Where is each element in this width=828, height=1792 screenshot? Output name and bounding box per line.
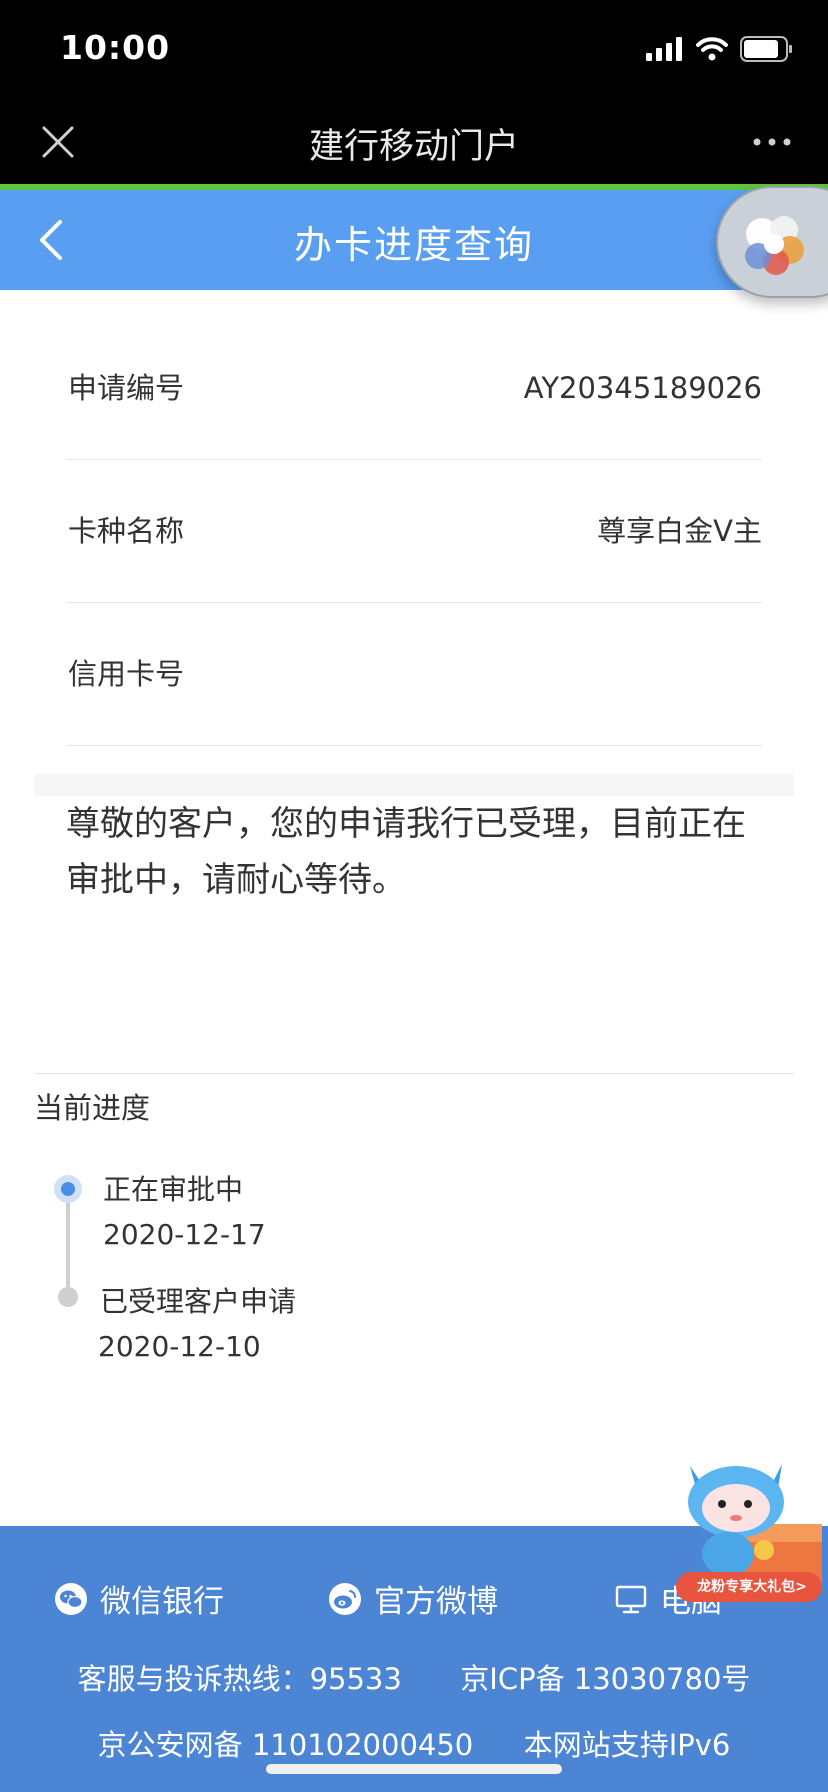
- status-time: 10:00: [60, 28, 171, 67]
- signal-icon: [646, 37, 682, 61]
- timeline-dot-active: [54, 1175, 82, 1203]
- dragon-mascot-icon: [676, 1464, 822, 1602]
- info-row-application-number: 申请编号 AY20345189026: [66, 316, 762, 460]
- wechat-navbar: 建行移动门户: [0, 100, 828, 184]
- promo-mascot[interactable]: 龙粉专享大礼包>: [672, 1454, 828, 1624]
- footer-link-label: 微信银行: [100, 1584, 224, 1620]
- info-label: 卡种名称: [68, 514, 185, 548]
- timeline-date: 2020-12-17: [103, 1218, 266, 1251]
- footer-link-weibo[interactable]: 官方微博: [328, 1576, 498, 1621]
- computer-icon: [615, 1585, 647, 1613]
- promo-badge-text: 龙粉专享大礼包>: [697, 1579, 807, 1595]
- page-header: 办卡进度查询: [0, 190, 828, 290]
- home-indicator[interactable]: [266, 1764, 562, 1774]
- page-title: 办卡进度查询: [293, 223, 534, 267]
- info-label: 申请编号: [68, 371, 185, 405]
- timeline-date: 2020-12-10: [98, 1330, 261, 1363]
- timeline-dot: [58, 1287, 78, 1307]
- wechat-icon: [55, 1582, 87, 1615]
- police-record-text: 京公安网备 110102000450: [97, 1728, 474, 1762]
- timeline-status: 正在审批中: [103, 1173, 244, 1206]
- wifi-icon: [696, 37, 728, 61]
- timeline-line: [66, 1188, 70, 1298]
- info-value: AY20345189026: [523, 371, 762, 405]
- divider: [34, 1073, 794, 1074]
- floating-assistant-ball[interactable]: [716, 186, 828, 298]
- timeline-status: 已受理客户申请: [100, 1285, 297, 1318]
- hotline-text: 客服与投诉热线：95533: [77, 1662, 402, 1696]
- footer-link-wechat-bank[interactable]: 微信银行: [54, 1576, 224, 1621]
- footer-contact-line: 客服与投诉热线：95533 京ICP备 13030780号: [0, 1656, 828, 1698]
- status-icons: [646, 36, 794, 62]
- more-icon[interactable]: [752, 130, 792, 154]
- status-bar: 10:00: [0, 0, 828, 100]
- section-separator: [34, 774, 794, 796]
- info-row-card-number: 信用卡号: [66, 602, 762, 746]
- info-row-card-type: 卡种名称 尊享白金V主: [66, 459, 762, 603]
- battery-icon: [740, 36, 792, 62]
- flower-icon: [745, 216, 804, 275]
- wechat-title: 建行移动门户: [308, 127, 519, 167]
- status-notice: 尊敬的客户，您的申请我行已受理，目前正在审批中，请耐心等待。: [66, 804, 746, 900]
- footer-link-label: 官方微博: [374, 1584, 498, 1620]
- weibo-icon: [329, 1582, 361, 1615]
- footer-registration-line: 京公安网备 110102000450 本网站支持IPv6: [0, 1722, 828, 1764]
- progress-title: 当前进度: [34, 1091, 151, 1125]
- info-value: 尊享白金V主: [597, 514, 762, 548]
- icp-text: 京ICP备 13030780号: [460, 1662, 751, 1696]
- ipv6-text: 本网站支持IPv6: [523, 1728, 731, 1762]
- info-label: 信用卡号: [68, 657, 185, 691]
